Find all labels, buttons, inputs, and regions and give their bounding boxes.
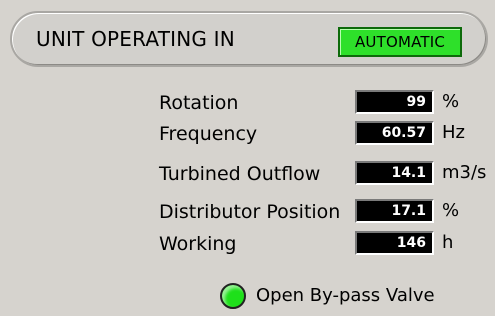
reading-unit: % (442, 91, 460, 112)
reading-row-turbined-outflow: Turbined Outflow 14.1 m3/s (0, 160, 497, 188)
reading-label: Rotation (159, 92, 239, 114)
mode-indicator-badge: AUTOMATIC (338, 27, 462, 57)
reading-row-working: Working 146 h (0, 230, 497, 258)
reading-label: Working (159, 233, 237, 255)
reading-label: Turbined Outflow (159, 163, 321, 185)
reading-value: 14.1 (355, 161, 434, 185)
unit-status-panel: UNIT OPERATING IN AUTOMATIC Rotation 99 … (0, 0, 497, 316)
reading-unit: m3/s (442, 162, 487, 183)
reading-value: 146 (355, 231, 434, 255)
reading-value: 17.1 (355, 199, 434, 223)
operating-mode-header: UNIT OPERATING IN AUTOMATIC (10, 11, 488, 67)
reading-row-distributor-position: Distributor Position 17.1 % (0, 198, 497, 226)
header-title: UNIT OPERATING IN (36, 27, 235, 51)
reading-row-rotation: Rotation 99 % (0, 89, 497, 117)
reading-unit: % (442, 200, 460, 221)
bypass-valve-label: Open By-pass Valve (256, 285, 435, 306)
reading-unit: h (442, 232, 454, 253)
bypass-valve-indicator: Open By-pass Valve (220, 281, 480, 311)
status-led-icon (220, 283, 246, 309)
reading-label: Distributor Position (159, 201, 341, 223)
reading-value: 99 (355, 90, 434, 114)
reading-unit: Hz (442, 122, 465, 143)
reading-value: 60.57 (355, 121, 434, 145)
reading-row-frequency: Frequency 60.57 Hz (0, 120, 497, 148)
reading-label: Frequency (159, 123, 258, 145)
